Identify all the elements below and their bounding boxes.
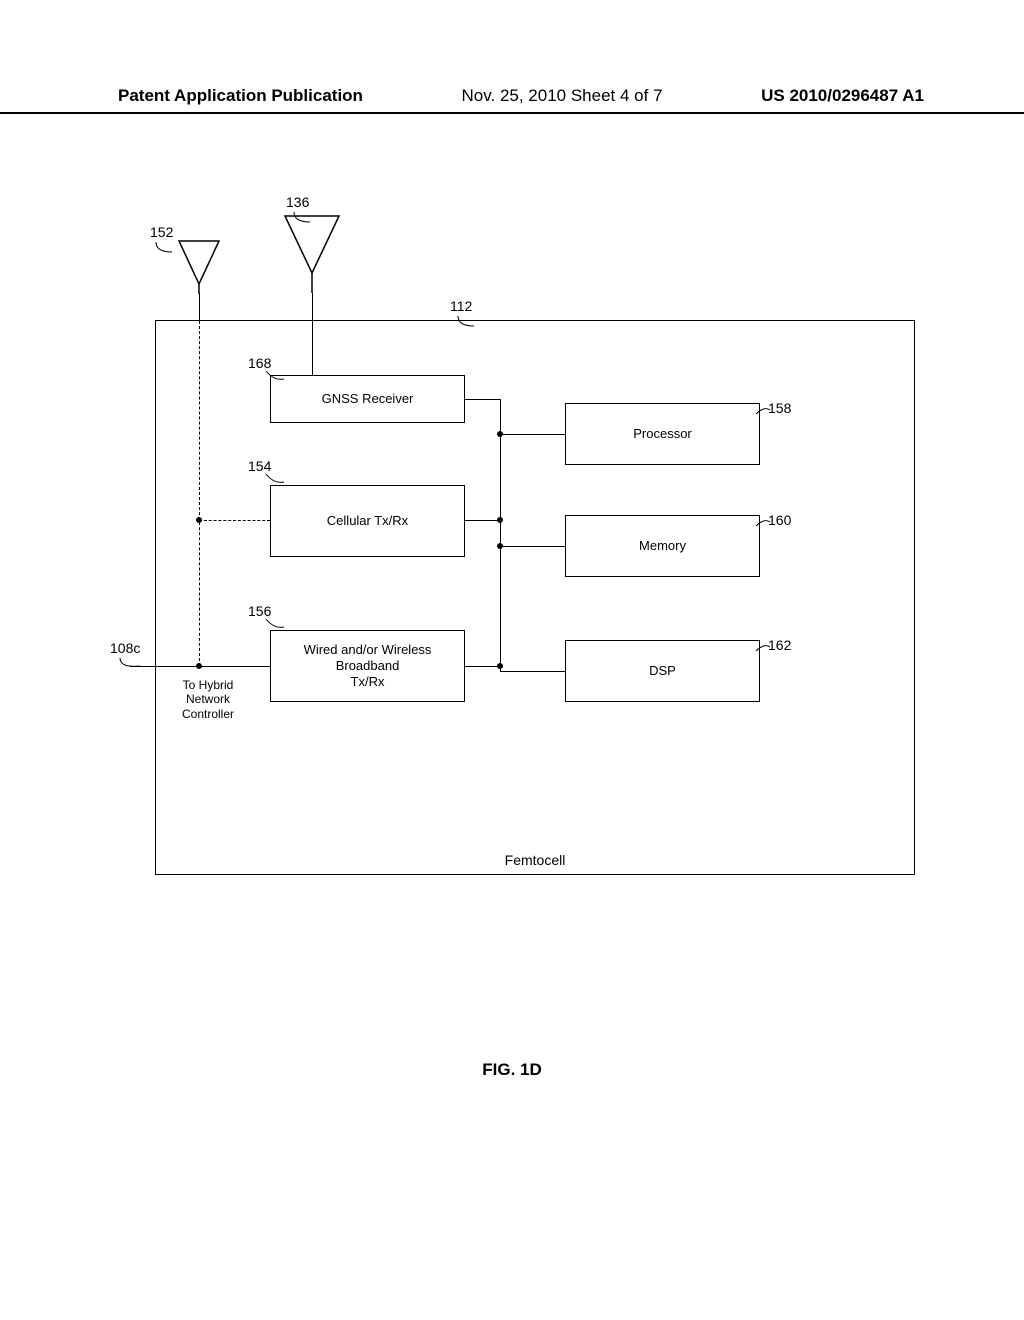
- figure-area: 152 136 112 Femtocell GNSS Receiver 168 …: [100, 190, 924, 910]
- figure-caption: FIG. 1D: [0, 1060, 1024, 1080]
- header-right: US 2010/0296487 A1: [761, 86, 924, 106]
- dsp-box: DSP: [565, 640, 760, 702]
- conn-line: [199, 666, 270, 667]
- broadband-line2: Broadband: [336, 658, 400, 674]
- ref-136: 136: [286, 194, 309, 210]
- gnss-receiver-box: GNSS Receiver: [270, 375, 465, 423]
- to-hybrid-label: To Hybrid Network Controller: [172, 678, 244, 721]
- ref-112: 112: [450, 298, 472, 314]
- ref-108c: 108c: [110, 640, 140, 656]
- broadband-line3: Tx/Rx: [351, 674, 385, 690]
- memory-box: Memory: [565, 515, 760, 577]
- conn-line: [500, 671, 565, 672]
- processor-box: Processor: [565, 403, 760, 465]
- conn-line: [465, 520, 500, 521]
- header-left: Patent Application Publication: [118, 86, 363, 106]
- femtocell-label: Femtocell: [156, 852, 914, 868]
- ref-162: 162: [768, 637, 791, 653]
- ref-154: 154: [248, 458, 271, 474]
- conn-line: [199, 293, 200, 321]
- conn-line: [500, 434, 565, 435]
- cellular-txrx-box: Cellular Tx/Rx: [270, 485, 465, 557]
- processor-label: Processor: [633, 426, 692, 442]
- conn-line: [465, 666, 500, 667]
- conn-line: [500, 546, 565, 547]
- gnss-receiver-label: GNSS Receiver: [322, 391, 414, 407]
- ref-158: 158: [768, 400, 791, 416]
- conn-line: [465, 399, 500, 400]
- header-mid: Nov. 25, 2010 Sheet 4 of 7: [462, 86, 663, 106]
- ref-168: 168: [248, 355, 271, 371]
- ref-156: 156: [248, 603, 271, 619]
- conn-bus: [500, 399, 501, 671]
- conn-dashed: [199, 321, 200, 666]
- ref-152: 152: [150, 224, 173, 240]
- ref-160: 160: [768, 512, 791, 528]
- dsp-label: DSP: [649, 663, 676, 679]
- conn-dot: [497, 543, 503, 549]
- broadband-line1: Wired and/or Wireless: [304, 642, 432, 658]
- antenna-left-icon: [176, 238, 222, 294]
- cellular-txrx-label: Cellular Tx/Rx: [327, 513, 408, 529]
- conn-line: [312, 293, 313, 375]
- conn-dot: [497, 517, 503, 523]
- femtocell-box: Femtocell: [155, 320, 915, 875]
- page-header: Patent Application Publication Nov. 25, …: [0, 86, 1024, 114]
- memory-label: Memory: [639, 538, 686, 554]
- conn-dashed: [199, 520, 270, 521]
- conn-dot: [497, 431, 503, 437]
- conn-dot: [196, 517, 202, 523]
- broadband-txrx-box: Wired and/or Wireless Broadband Tx/Rx: [270, 630, 465, 702]
- conn-dot: [497, 663, 503, 669]
